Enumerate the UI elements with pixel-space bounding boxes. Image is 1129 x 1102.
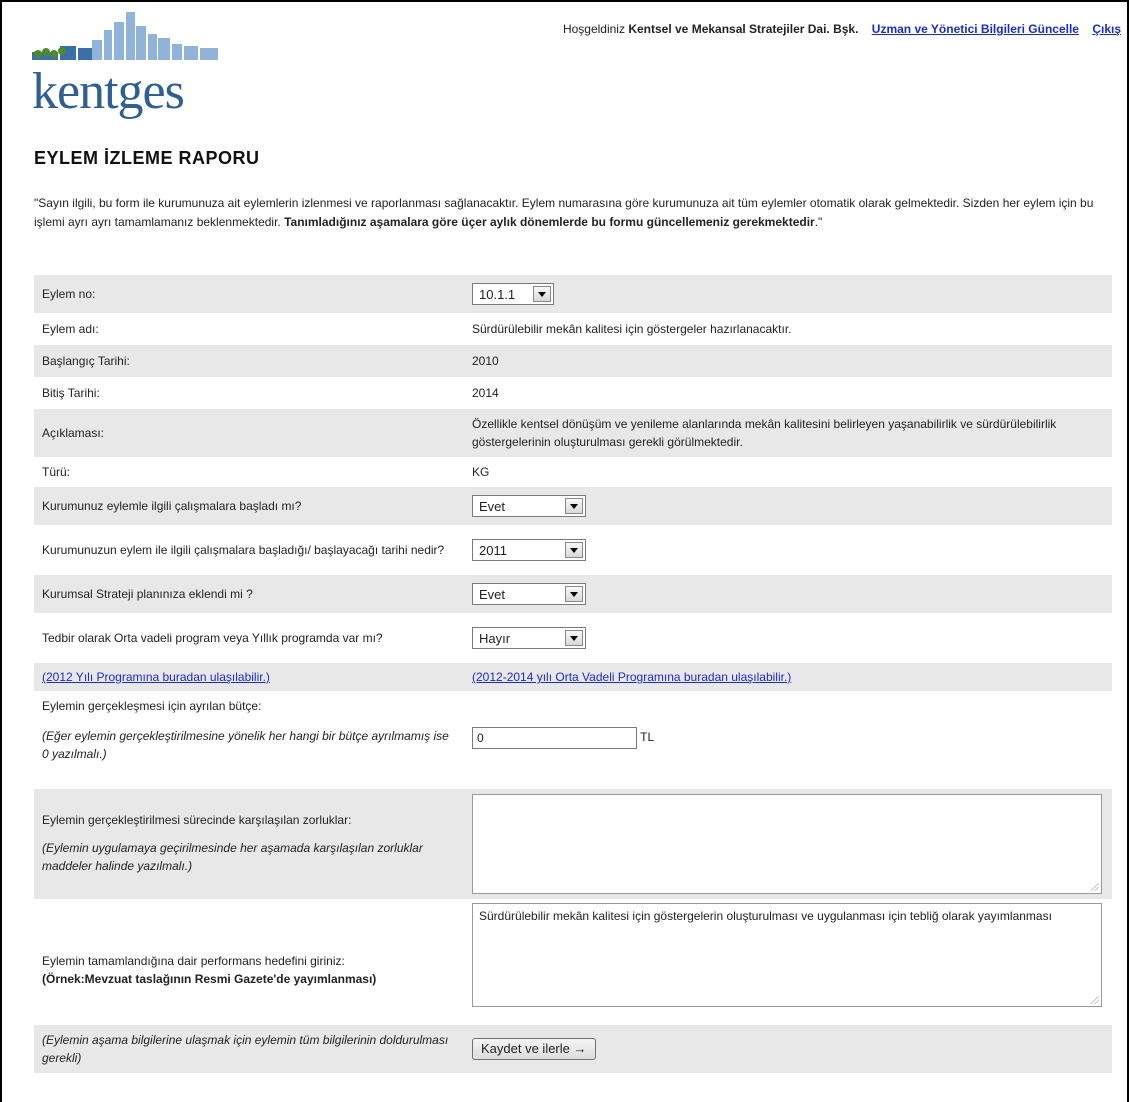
row-aciklama: Açıklaması: Özellikle kentsel dönüşüm ve… — [34, 409, 1112, 457]
bitis-value: 2014 — [472, 386, 499, 400]
butce-hint: (Eğer eylemin gerçekleştirilmesine yönel… — [42, 729, 449, 761]
logout-link[interactable]: Çıkış — [1092, 22, 1121, 36]
baslangic-value: 2010 — [464, 345, 1112, 377]
baslangic-label: Başlangıç Tarihi: — [34, 345, 464, 377]
tarih-value: 2011 — [479, 543, 507, 558]
eylem-adi-label: Eylem adı: — [42, 322, 99, 336]
program-select[interactable]: Hayır — [472, 627, 586, 649]
strateji-label: Kurumsal Strateji planınıza eklendi mi ? — [34, 575, 464, 613]
eylem-no-label: Eylem no: — [34, 275, 464, 313]
hedef-cell: Eylemin tamamlandığına dair performans h… — [34, 899, 464, 1025]
zorluk-hint: (Eylemin uygulamaya geçirilmesinde her a… — [42, 841, 423, 873]
eylem-no-select[interactable]: 10.1.1 — [472, 283, 554, 305]
update-profile-link[interactable]: Uzman ve Yönetici Bilgileri Güncelle — [872, 22, 1079, 36]
aciklama-value: Özellikle kentsel dönüşüm ve yenileme al… — [464, 409, 1112, 457]
row-eylem-no: Eylem no: 10.1.1 — [34, 275, 1112, 313]
row-butce: (Eğer eylemin gerçekleştirilmesine yönel… — [34, 721, 1112, 789]
chevron-down-icon — [533, 286, 551, 302]
intro-text: "Sayın ilgili, bu form ile kurumunuza ai… — [34, 194, 1094, 232]
chevron-down-icon — [565, 542, 583, 558]
hedef-label: Eylemin tamamlandığına dair performans h… — [42, 954, 345, 968]
row-baslangic: Başlangıç Tarihi: 2010 — [34, 345, 1112, 377]
row-program: Tedbir olarak Orta vadeli program veya Y… — [34, 613, 1112, 663]
row-butce-title: Eylemin gerçekleşmesi için ayrılan bütçe… — [34, 691, 1112, 721]
footer-hint: (Eylemin aşama bilgilerine ulaşmak için … — [34, 1025, 464, 1073]
row-zorluk: Eylemin gerçekleştirilmesi sürecinde kar… — [34, 789, 1112, 899]
butce-label: Eylemin gerçekleşmesi için ayrılan bütçe… — [42, 699, 262, 713]
turu-label: Türü: — [42, 465, 71, 479]
turu-value: KG — [472, 465, 490, 479]
tarih-label: Kurumunuzun eylem ile ilgili çalışmalara… — [42, 543, 445, 557]
chevron-down-icon — [565, 498, 583, 514]
program-value: Hayır — [479, 631, 511, 646]
basladi-select[interactable]: Evet — [472, 495, 586, 517]
hedef-example: (Örnek:Mevzuat taslağının Resmi Gazete'd… — [42, 972, 377, 986]
row-strateji: Kurumsal Strateji planınıza eklendi mi ?… — [34, 575, 1112, 613]
ovp-link[interactable]: (2012-2014 yılı Orta Vadeli Programına b… — [472, 670, 791, 684]
row-submit: (Eylemin aşama bilgilerine ulaşmak için … — [34, 1025, 1112, 1073]
program-2012-link[interactable]: (2012 Yılı Programına buradan ulaşılabil… — [42, 670, 270, 684]
row-hedef: Eylemin tamamlandığına dair performans h… — [34, 899, 1112, 1025]
chevron-down-icon — [565, 630, 583, 646]
eylem-adi-value: Sürdürülebilir mekân kalitesi için göste… — [472, 322, 792, 336]
row-eylem-adi: Eylem adı: Sürdürülebilir mekân kalitesi… — [34, 313, 1112, 345]
welcome-text: Hoşgeldiniz — [562, 22, 625, 36]
logo-text: kentges — [32, 63, 185, 120]
basladi-label: Kurumunuz eylemle ilgili çalışmalara baş… — [34, 487, 464, 525]
save-continue-button[interactable]: Kaydet ve ilerle → — [472, 1038, 596, 1060]
strateji-select[interactable]: Evet — [472, 583, 586, 605]
intro-bold: Tanımladığınız aşamalara göre üçer aylık… — [284, 215, 815, 229]
row-turu: Türü: KG — [34, 457, 1112, 487]
row-links: (2012 Yılı Programına buradan ulaşılabil… — [34, 663, 1112, 691]
basladi-value: Evet — [479, 499, 506, 514]
chevron-down-icon — [565, 586, 583, 602]
bitis-label: Bitiş Tarihi: — [42, 386, 100, 400]
hedef-textarea[interactable]: Sürdürülebilir mekân kalitesi için göste… — [472, 903, 1102, 1007]
program-label: Tedbir olarak Orta vadeli program veya Y… — [42, 631, 383, 645]
user-name: Kentsel ve Mekansal Stratejiler Dai. Bşk… — [628, 22, 859, 36]
zorluk-textarea[interactable] — [472, 794, 1102, 894]
intro-end: ." — [814, 215, 823, 229]
row-tarih: Kurumunuzun eylem ile ilgili çalışmalara… — [34, 525, 1112, 575]
page-title: EYLEM İZLEME RAPORU — [34, 148, 260, 168]
zorluk-cell: Eylemin gerçekleştirilmesi sürecinde kar… — [34, 789, 464, 899]
strateji-value: Evet — [479, 587, 506, 602]
top-bar: Hoşgeldiniz Kentsel ve Mekansal Strateji… — [563, 22, 1121, 36]
butce-input[interactable]: 0 — [472, 727, 637, 749]
action-form: Eylem no: 10.1.1 Eylem adı: Sürdürülebil… — [34, 275, 1112, 1073]
row-bitis: Bitiş Tarihi: 2014 — [34, 377, 1112, 409]
tarih-select[interactable]: 2011 — [472, 539, 586, 561]
zorluk-label: Eylemin gerçekleştirilmesi sürecinde kar… — [42, 813, 352, 827]
butce-unit: TL — [640, 730, 655, 745]
aciklama-label: Açıklaması: — [34, 409, 464, 457]
row-basladi: Kurumunuz eylemle ilgili çalışmalara baş… — [34, 487, 1112, 525]
eylem-no-value: 10.1.1 — [479, 287, 516, 302]
